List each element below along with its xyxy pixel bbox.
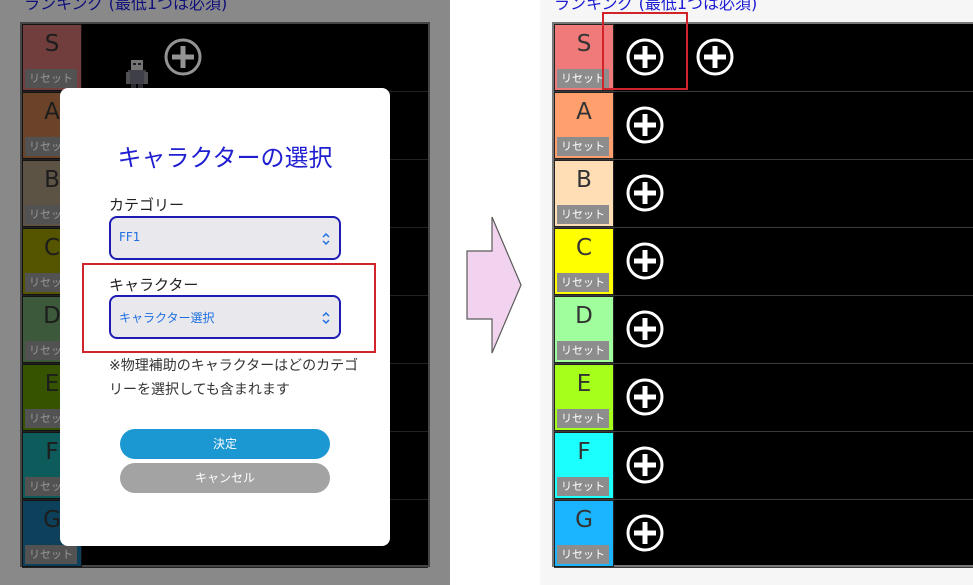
- tier-label-c: C リセット: [554, 228, 614, 295]
- reset-button[interactable]: リセット: [557, 341, 609, 360]
- reset-button[interactable]: リセット: [557, 205, 609, 224]
- reset-button[interactable]: リセット: [557, 273, 609, 292]
- tier-label-f: F リセット: [554, 432, 614, 499]
- tier-row-f: F リセット: [554, 432, 973, 500]
- tier-row-e: E リセット: [554, 364, 973, 432]
- right-arrow-icon: [466, 216, 522, 354]
- add-character-icon[interactable]: [624, 240, 666, 282]
- add-character-icon[interactable]: [624, 172, 666, 214]
- right-panel: ランキング (最低1つは必須) S リセット A リセット B リセット C リセット D リセッ…: [540, 0, 973, 585]
- confirm-button[interactable]: 決定: [120, 429, 330, 459]
- reset-button[interactable]: リセット: [557, 137, 609, 156]
- tier-letter: F: [577, 439, 591, 465]
- add-character-icon[interactable]: [624, 104, 666, 146]
- category-label: カテゴリー: [109, 196, 185, 214]
- character-field-highlight: [82, 263, 376, 353]
- tier-label-d: D リセット: [554, 296, 614, 363]
- tier-label-e: E リセット: [554, 364, 614, 431]
- tier-letter: G: [575, 507, 593, 533]
- add-character-icon[interactable]: [624, 512, 666, 554]
- add-character-icon[interactable]: [624, 444, 666, 486]
- tier-label-g: G リセット: [554, 500, 614, 567]
- tier-letter: D: [575, 303, 593, 329]
- tier-board: S リセット A リセット B リセット C リセット D リセット E リセット F リセット G リセット: [552, 22, 973, 568]
- reset-button[interactable]: リセット: [557, 409, 609, 428]
- cancel-button[interactable]: キャンセル: [120, 463, 330, 493]
- modal-title: キャラクターの選択: [117, 144, 333, 172]
- physical-support-note: ※物理補助のキャラクターはどのカテゴリーを選択しても含まれます: [109, 358, 359, 398]
- tier-label-a: A リセット: [554, 92, 614, 159]
- select-chevron-icon: [322, 232, 330, 246]
- reset-button[interactable]: リセット: [557, 545, 609, 564]
- tier-row-c: C リセット: [554, 228, 973, 296]
- tier-row-g: G リセット: [554, 500, 973, 568]
- category-select[interactable]: FF1: [109, 216, 341, 260]
- add-button-highlight: [602, 12, 688, 90]
- tier-row-b: B リセット: [554, 160, 973, 228]
- tier-letter: A: [576, 99, 592, 125]
- add-character-icon[interactable]: [694, 36, 736, 78]
- tier-letter: B: [576, 167, 592, 193]
- tier-label-b: B リセット: [554, 160, 614, 227]
- left-panel: ランキング (最低1つは必須) S リセット A リセット B リセット C リセット D リセッ…: [0, 0, 450, 585]
- reset-button[interactable]: リセット: [557, 477, 609, 496]
- add-character-icon[interactable]: [624, 376, 666, 418]
- tier-letter: C: [575, 235, 593, 261]
- tier-row-d: D リセット: [554, 296, 973, 364]
- tier-row-a: A リセット: [554, 92, 973, 160]
- add-character-icon[interactable]: [624, 308, 666, 350]
- tier-letter: E: [576, 371, 592, 397]
- category-select-value: FF1: [119, 230, 141, 244]
